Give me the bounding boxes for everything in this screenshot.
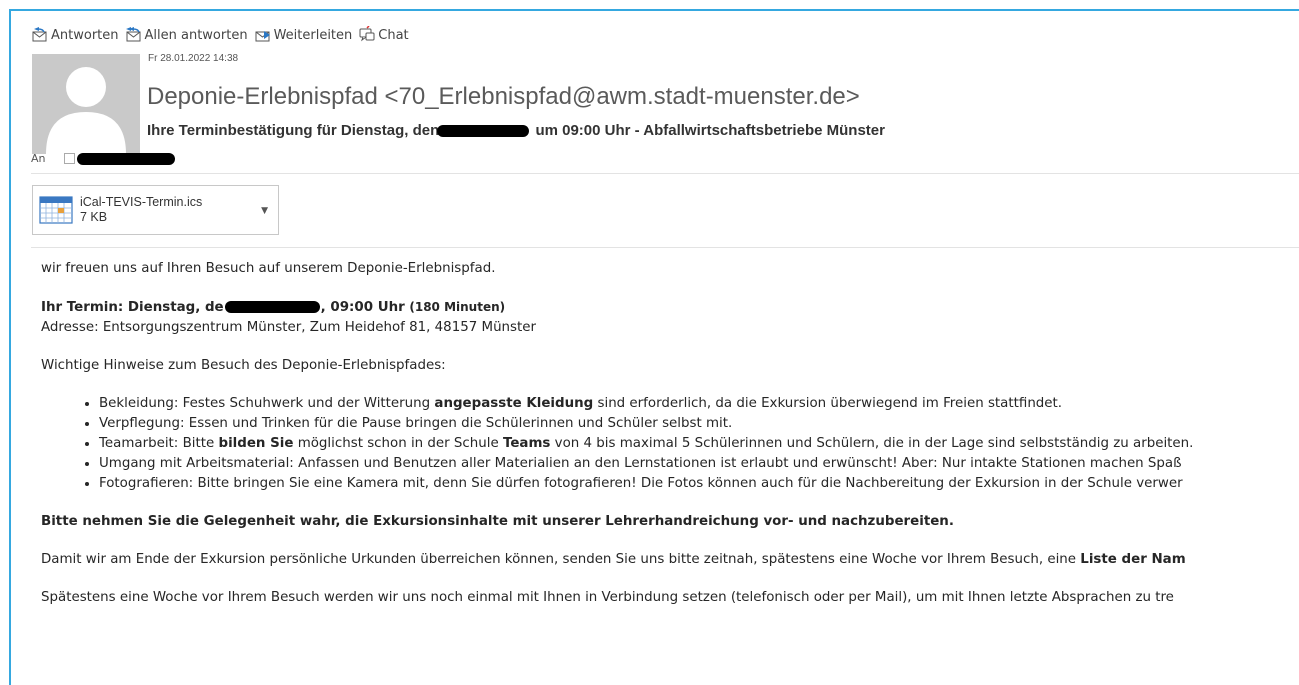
reply-all-button[interactable]: Allen antworten xyxy=(125,26,248,44)
message-toolbar: Antworten Allen antworten Weiterleiten C… xyxy=(31,24,409,46)
appointment-duration: (180 Minuten) xyxy=(409,300,506,314)
hints-list: Bekleidung: Festes Schuhwerk und der Wit… xyxy=(41,394,1299,494)
redacted-appointment-date xyxy=(224,301,320,313)
followup-line: Spätestens eine Woche vor Ihrem Besuch w… xyxy=(41,590,1174,605)
list-item: Umgang mit Arbeitsmaterial: Anfassen und… xyxy=(99,454,1299,474)
sender-avatar xyxy=(32,54,140,154)
attachment-meta: iCal-TEVIS-Termin.ics 7 KB xyxy=(80,195,202,225)
reply-all-icon xyxy=(125,27,140,42)
reading-pane: Antworten Allen antworten Weiterleiten C… xyxy=(9,9,1299,685)
reply-label: Antworten xyxy=(51,27,119,43)
list-item: Verpflegung: Essen und Trinken für die P… xyxy=(99,414,1299,434)
message-body: wir freuen uns auf Ihren Besuch auf unse… xyxy=(41,259,1299,608)
attachment-size: 7 KB xyxy=(80,210,108,224)
greeting: wir freuen uns auf Ihren Besuch auf unse… xyxy=(41,261,496,276)
attachment-name: iCal-TEVIS-Termin.ics xyxy=(80,195,203,209)
address-line: Adresse: Entsorgungszentrum Münster, Zum… xyxy=(41,320,537,335)
lehrerhandreichung-line: Bitte nehmen Sie die Gelegenheit wahr, d… xyxy=(41,514,954,529)
redacted-date xyxy=(437,125,530,138)
forward-icon xyxy=(255,31,270,42)
reply-icon xyxy=(32,27,47,42)
hints-title: Wichtige Hinweise zum Besuch des Deponie… xyxy=(41,358,446,373)
list-item: Fotografieren: Bitte bringen Sie eine Ka… xyxy=(99,474,1299,494)
chat-button[interactable]: Chat xyxy=(358,26,409,44)
reply-button[interactable]: Antworten xyxy=(31,26,119,44)
list-item: Teamarbeit: Bitte bilden Sie möglichst s… xyxy=(99,434,1299,454)
subject-suffix: um 09:00 Uhr - Abfallwirtschaftsbetriebe… xyxy=(535,122,885,139)
chat-icon xyxy=(359,26,375,42)
to-label: An xyxy=(31,152,46,165)
calendar-file-icon xyxy=(39,196,73,224)
reply-all-label: Allen antworten xyxy=(144,27,248,43)
chevron-down-icon[interactable]: ▼ xyxy=(261,206,268,216)
chat-label: Chat xyxy=(378,27,409,43)
subject-prefix: Ihre Terminbestätigung für Dienstag, den xyxy=(147,122,440,139)
redacted-recipient[interactable] xyxy=(76,152,175,165)
recipients-row: An xyxy=(31,152,175,165)
appointment-line: Ihr Termin: Dienstag, de , 09:00 Uhr (180… xyxy=(41,297,1299,318)
appointment-time: , 09:00 Uhr xyxy=(320,300,405,315)
person-silhouette-icon xyxy=(46,67,126,154)
attachment-divider xyxy=(31,247,1299,248)
message-date: Fr 28.01.2022 14:38 xyxy=(148,53,239,64)
recipient-presence-icon xyxy=(63,153,75,164)
list-item: Bekleidung: Festes Schuhwerk und der Wit… xyxy=(99,394,1299,414)
appointment-prefix: Ihr Termin: Dienstag, de xyxy=(41,300,224,315)
message-subject: Ihre Terminbestätigung für Dienstag, den… xyxy=(147,122,885,139)
urkunden-line: Damit wir am Ende der Exkursion persönli… xyxy=(41,552,1186,567)
sender-name: Deponie-Erlebnispfad <70_Erlebnispfad@aw… xyxy=(147,83,860,110)
header-divider xyxy=(31,173,1299,174)
attachment-card[interactable]: iCal-TEVIS-Termin.ics 7 KB ▼ xyxy=(32,185,279,235)
forward-label: Weiterleiten xyxy=(273,27,353,43)
forward-button[interactable]: Weiterleiten xyxy=(254,26,353,44)
